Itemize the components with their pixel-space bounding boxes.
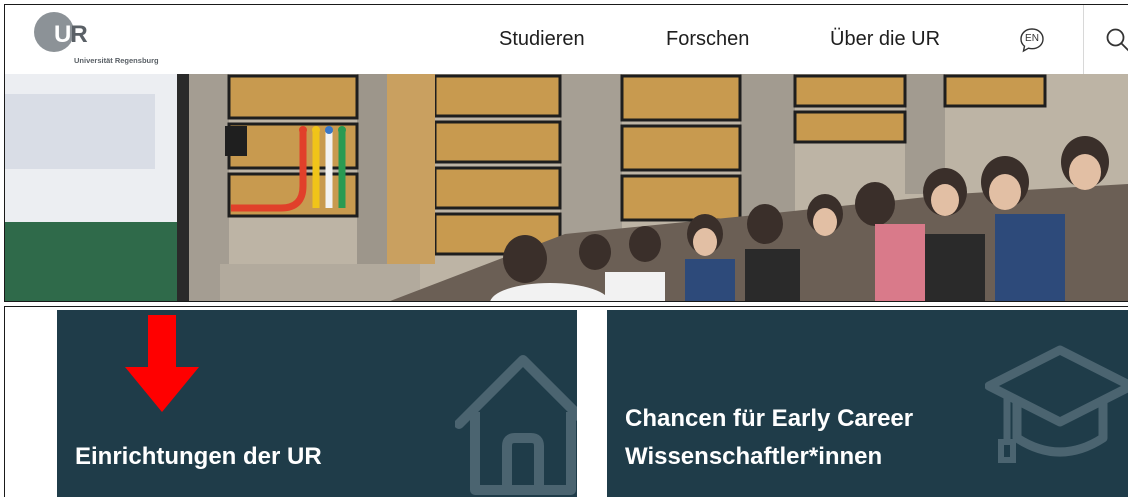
logo-mark: UR: [54, 21, 88, 48]
card-early-career[interactable]: Chancen für Early Career Wissenschaftler…: [607, 310, 1128, 497]
card-title-line-1: Chancen für Early Career: [625, 405, 914, 432]
card-title-line-2: Wissenschaftler*innen: [625, 443, 883, 470]
search-icon: [1106, 28, 1128, 52]
red-arrow-down-icon: [125, 315, 199, 412]
card-title: Einrichtungen der UR: [75, 443, 322, 470]
language-label: EN: [1025, 33, 1039, 44]
nav-item-forschen[interactable]: Forschen: [666, 28, 749, 51]
house-icon: [455, 355, 577, 495]
nav-item-studieren[interactable]: Studieren: [499, 28, 585, 51]
nav-item-ueber-die-ur[interactable]: Über die UR: [830, 28, 940, 51]
logo-subtitle: Universität Regensburg: [74, 56, 159, 65]
language-switch-button[interactable]: EN: [1018, 26, 1046, 54]
bottom-frame: Einrichtungen der UR Chancen für Early C…: [4, 306, 1128, 497]
header-divider: [1083, 5, 1084, 74]
lecture-hall-photo: [5, 74, 1128, 301]
top-frame: UR Universität Regensburg Studieren Fors…: [4, 4, 1128, 302]
card-title: Chancen für Early Career Wissenschaftler…: [625, 400, 913, 476]
graduation-cap-icon: [985, 345, 1128, 463]
hero-image-lecture-hall: [5, 74, 1128, 301]
university-logo[interactable]: UR Universität Regensburg: [34, 12, 174, 68]
search-button[interactable]: [1105, 27, 1128, 53]
site-header: UR Universität Regensburg Studieren Fors…: [5, 5, 1128, 74]
